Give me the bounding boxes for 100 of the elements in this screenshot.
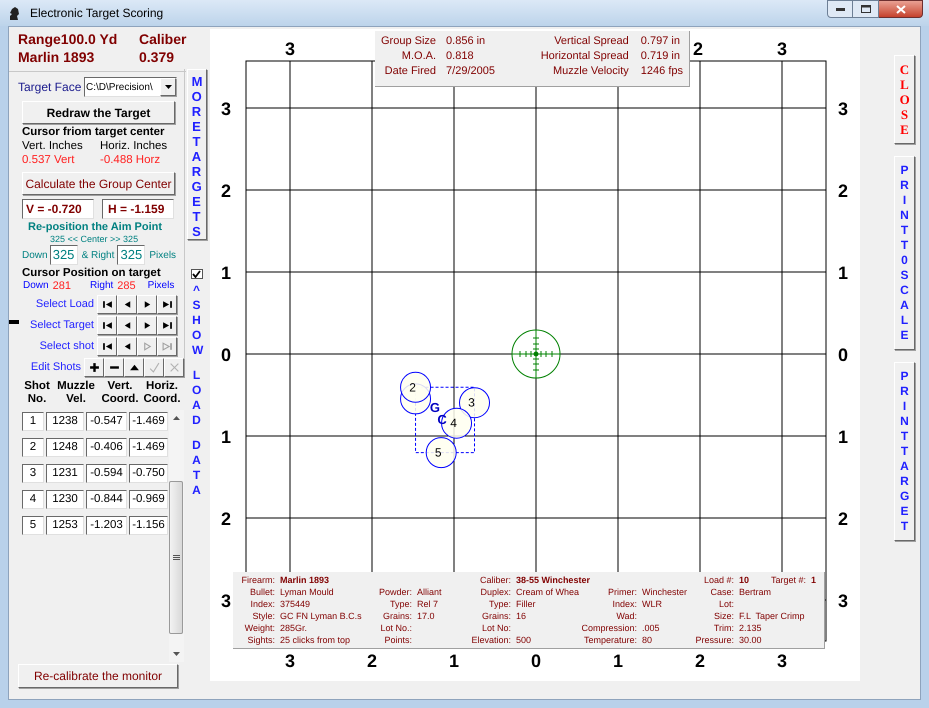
table-cell: -1.156 [129,516,168,535]
load-field-value: 38-55 Winchester [516,574,590,586]
target-face-dropdown[interactable]: C:\D\Precision\ [84,77,177,97]
load-field-label: Sights: [246,634,275,646]
show-load-data-checkbox[interactable] [190,269,202,279]
axis-label: 3 [221,591,231,611]
scrollbar[interactable] [169,410,184,662]
axis-label: 3 [838,99,848,119]
stat-label: Muzzle Velocity [552,64,629,79]
maximize-button[interactable] [853,0,879,18]
vertical-center-field[interactable]: V = -0.720 [22,199,94,219]
target-face-label: Target Face [18,79,82,96]
load-field-value: .005 [642,622,660,634]
horizontal-center-field[interactable]: H = -1.159 [102,199,174,219]
axis-label: 3 [285,39,295,59]
navigator-button[interactable] [97,316,117,334]
navigator-button[interactable] [117,316,137,334]
axis-label: 1 [221,263,231,283]
axis-label: 2 [221,509,231,529]
horiz-inches-value: -0.488 Horz [100,153,162,167]
navigator-button[interactable] [124,358,144,376]
group-center-button[interactable]: Calculate the Group Center [22,172,175,195]
navigator-button[interactable] [84,358,104,376]
scrollbar-thumb[interactable] [169,481,183,634]
axis-label: 2 [838,181,848,201]
load-field-label: Pressure: [694,634,734,646]
checkmark-icon [192,270,201,278]
load-field-label: Weight: [244,622,275,634]
last-icon [162,298,172,310]
down-pixels-field[interactable]: 325 [50,245,78,265]
recalibrate-button[interactable]: Re-calibrate the monitor [18,664,178,688]
close-button[interactable] [879,0,923,18]
table-cell: -1.469 [129,438,168,457]
navigator-button[interactable] [97,294,117,314]
first-icon [102,298,112,310]
stat-label: Date Fired [384,64,436,79]
column-header: Vert. Coord. [100,380,140,406]
shot-hole[interactable] [459,387,490,418]
range-label: Range [18,30,61,48]
navigator-button[interactable] [157,316,177,334]
navigator-button[interactable] [157,294,177,314]
stat-value: 0.856 in [446,34,486,49]
load-field-value: 80 [642,634,652,646]
load-field-value: Filler [516,598,536,610]
window-title: Electronic Target Scoring [30,5,164,22]
navigator-label: Select shot [38,338,95,354]
scroll-down-icon [173,652,180,656]
axis-label: 2 [693,39,703,59]
more-targets-button[interactable]: MORE TARGETS [186,69,206,240]
table-cell: -0.547 [86,412,127,431]
load-field-label: Wad: [615,610,637,622]
table-cell: 4 [22,490,44,509]
load-field-label: Firearm: [240,574,275,586]
right-label: Right [90,280,114,292]
load-field-label: Type: [488,598,511,610]
aim-point-reticle [512,330,560,378]
vert-inches-label: Vert. Inches [22,139,84,153]
navigator-button[interactable] [97,336,117,356]
minimize-button[interactable] [827,0,853,18]
close-icon [896,4,906,14]
load-field-value: 25 clicks from top [280,634,350,646]
navigator-button[interactable] [117,294,137,314]
load-field-label: Grains: [382,610,412,622]
print-button[interactable]: PRINT TARGET [894,362,915,541]
load-field-value: 10 [739,574,750,586]
navigator-label: Edit Shots [30,360,82,375]
table-cell: 1253 [46,516,84,535]
navigator-button[interactable] [137,294,157,314]
show-load-data-label: ^ SHOW [192,283,201,358]
aim-point-title: Re-position the Aim Point [28,221,164,234]
show-load-data-label: LOAD [192,368,201,428]
load-field-label: Lot: [718,598,734,610]
load-field-value: 1 [811,574,816,586]
load-field-value: Alliant [417,586,442,598]
right-pixels-field[interactable]: 325 [117,245,146,265]
table-cell: 3 [22,464,44,483]
close-app-button[interactable]: CLOSE [894,55,915,144]
table-cell: 1238 [46,412,84,431]
axis-label: 1 [221,427,231,447]
print-button[interactable]: PRINT T0 SCALE [894,156,915,350]
table-cell: 1 [22,412,44,431]
right-value: 285 [117,280,136,292]
shot-number: 5 [434,446,442,460]
redraw-target-button[interactable]: Redraw the Target [22,101,175,124]
down-label: Down [23,280,49,292]
horiz-inches-label: Horiz. Inches [100,139,168,153]
axis-label: 0 [531,651,541,671]
navigator-button[interactable] [137,316,157,334]
dropdown-arrow-icon [164,85,172,89]
load-field-value: Lyman Mould [280,586,334,598]
range-value: 100.0 Yd [60,30,118,48]
shot-hole[interactable] [426,437,457,468]
table-cell: -0.406 [86,438,127,457]
navigator-button[interactable] [117,336,137,356]
load-field-label: Index: [249,598,275,610]
target-canvas[interactable] [210,29,860,681]
cursor-position-title: Cursor Position on target [22,267,162,280]
load-field-label: Case: [709,586,734,598]
down-value: 281 [52,280,71,292]
navigator-button[interactable] [104,358,124,376]
